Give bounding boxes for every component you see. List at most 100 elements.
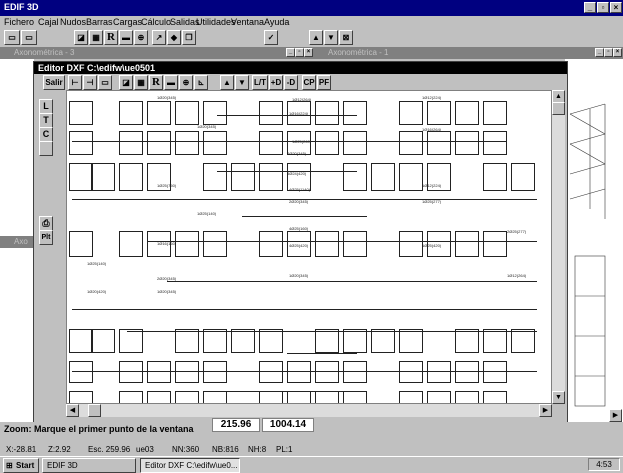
side-plt-button[interactable]: Plt xyxy=(39,230,53,245)
drawing-box xyxy=(511,329,535,353)
tool-copy-icon[interactable]: ❐ xyxy=(182,30,196,45)
subwindow-lower-left-title[interactable]: Axo xyxy=(0,236,34,248)
side-c-button[interactable]: C xyxy=(39,127,53,142)
drawing-box xyxy=(175,391,199,403)
drawing-box xyxy=(69,131,93,155)
dxf-tool-target-icon[interactable]: ⊕ xyxy=(179,75,193,90)
drawing-box xyxy=(455,361,479,383)
dxf-tool-grid-icon[interactable]: ▦ xyxy=(134,75,148,90)
subwindow-left-canvas[interactable] xyxy=(0,59,34,236)
tool-ruler-icon[interactable]: ▬ xyxy=(119,30,133,45)
drawing-box xyxy=(259,101,283,125)
salir-button[interactable]: Salir xyxy=(43,75,65,90)
up-arrow-icon[interactable]: ▲ xyxy=(309,30,323,45)
drawing-box xyxy=(69,361,93,383)
scroll-left-button[interactable]: ◀ xyxy=(66,404,79,417)
menu-calculo[interactable]: Cálculo xyxy=(141,17,171,27)
reinforcement-bar-line xyxy=(217,391,367,392)
minimize-button[interactable]: _ xyxy=(584,2,596,13)
bar-label: 2Ø20(345) xyxy=(287,151,307,156)
subwindow-lower-left-canvas[interactable] xyxy=(0,248,34,422)
menu-fichero[interactable]: Fichero xyxy=(4,17,34,27)
scroll-thumb-horizontal[interactable] xyxy=(88,404,101,417)
side-blank-button[interactable] xyxy=(39,141,53,156)
app-title: EDIF 3D xyxy=(4,2,39,12)
menu-ayuda[interactable]: Ayuda xyxy=(264,17,289,27)
scroll-thumb-vertical[interactable] xyxy=(552,102,565,115)
subwindow-left-minimize[interactable]: _ xyxy=(286,48,295,57)
dxf-horizontal-scrollbar[interactable]: ◀ ▶ xyxy=(66,404,552,417)
dxf-tool-measure-icon[interactable]: ⊾ xyxy=(194,75,208,90)
scroll-down-button[interactable]: ▼ xyxy=(552,391,565,404)
side-t-button[interactable]: T xyxy=(39,113,53,128)
dxf-tool-r-button[interactable]: R xyxy=(149,75,163,90)
close-button[interactable]: × xyxy=(610,2,622,13)
dxf-tool-ruler-icon[interactable]: ▬ xyxy=(164,75,178,90)
drawing-box xyxy=(315,361,339,383)
subwindow-left-close[interactable]: × xyxy=(304,48,313,57)
tool-arrow-icon[interactable]: ↗ xyxy=(152,30,166,45)
dxf-tool-frame-icon[interactable]: ▭ xyxy=(98,75,112,90)
drawing-box xyxy=(287,391,311,403)
reinforcement-bar-line xyxy=(127,331,537,332)
drawing-box xyxy=(259,361,283,383)
grid-x-icon[interactable]: ⊠ xyxy=(339,30,353,45)
subwindow-right-close[interactable]: × xyxy=(613,48,622,57)
tool-render-icon[interactable]: ◆ xyxy=(167,30,181,45)
drawing-box xyxy=(427,131,451,155)
lower-right-scroll-right[interactable]: ▶ xyxy=(609,409,622,422)
minus-d-button[interactable]: -D xyxy=(284,75,298,90)
cp-button[interactable]: CP xyxy=(302,75,316,90)
tool-grid-icon[interactable]: ▦ xyxy=(89,30,103,45)
tool-target-icon[interactable]: ⊕ xyxy=(134,30,148,45)
drawing-box xyxy=(343,101,367,125)
taskbar-edif3d-button[interactable]: EDIF 3D xyxy=(42,458,136,473)
subwindow-lower-right-canvas[interactable]: ▶ xyxy=(565,236,623,422)
reinforcement-bar-line xyxy=(72,141,507,142)
pf-button[interactable]: PF xyxy=(317,75,331,90)
scroll-right-button[interactable]: ▶ xyxy=(539,404,552,417)
tool-r-icon[interactable]: R xyxy=(104,30,118,45)
drawing-box xyxy=(259,391,283,403)
status-bar: X:-28.81 Z:2.92 Esc. 259.96 ue03 NN:360 … xyxy=(0,442,623,456)
subwindow-right-maximize[interactable]: ▫ xyxy=(604,48,613,57)
subwindow-left-maximize[interactable]: ▫ xyxy=(295,48,304,57)
start-button[interactable]: ⊞ Start xyxy=(3,458,39,473)
subwindow-right-minimize[interactable]: _ xyxy=(595,48,604,57)
dxf-tool-beam-icon[interactable]: ⊢ xyxy=(68,75,82,90)
menu-utilidades[interactable]: Utilidades xyxy=(196,17,236,27)
tool-diagonal-icon[interactable]: ◪ xyxy=(74,30,88,45)
menu-barras[interactable]: Barras xyxy=(86,17,113,27)
check-icon[interactable]: ✓ xyxy=(264,30,278,45)
drawing-box xyxy=(315,101,339,125)
status-nb: NB:816 xyxy=(212,445,239,454)
drawing-box xyxy=(119,163,143,191)
lt-button[interactable]: L/T xyxy=(252,75,268,90)
drawing-box xyxy=(203,361,227,383)
dxf-up-arrow-icon[interactable]: ▲ xyxy=(220,75,234,90)
subwindow-right-title[interactable]: Axonométrica - 1 _ ▫ × xyxy=(314,47,623,59)
bar-label: 1Ø25(420) xyxy=(422,243,442,248)
menu-cargas[interactable]: Cargas xyxy=(113,17,142,27)
dxf-tool-diag-icon[interactable]: ◪ xyxy=(119,75,133,90)
menu-cajal[interactable]: Cajal xyxy=(38,17,59,27)
dxf-drawing-canvas[interactable]: 1Ø20(345) 1Ø12(264) 1Ø12(224) 1Ø16(224) 1Ø20… xyxy=(66,90,552,404)
subwindow-right-canvas[interactable] xyxy=(565,59,623,236)
dxf-down-arrow-icon[interactable]: ▼ xyxy=(235,75,249,90)
menu-nudos[interactable]: Nudos xyxy=(60,17,86,27)
dxf-vertical-scrollbar[interactable]: ▲ ▼ xyxy=(552,90,565,404)
bar-label: 1Ø20(345) xyxy=(157,95,177,100)
printer-icon[interactable]: ⎙ xyxy=(39,216,53,231)
down-arrow-icon[interactable]: ▼ xyxy=(324,30,338,45)
plus-d-button[interactable]: +D xyxy=(269,75,283,90)
menu-ventana[interactable]: Ventana xyxy=(231,17,264,27)
side-l-button[interactable]: L xyxy=(39,99,53,114)
dxf-tool-beam2-icon[interactable]: ⊣ xyxy=(83,75,97,90)
maximize-button[interactable]: ▫ xyxy=(597,2,609,13)
subwindow-left-title[interactable]: Axonométrica - 3 _ ▫ × xyxy=(0,47,314,59)
drawing-box xyxy=(119,329,143,353)
tool-frame-icon[interactable]: ▭ xyxy=(4,30,20,45)
tool-frame2-icon[interactable]: ▭ xyxy=(21,30,37,45)
drawing-box xyxy=(119,231,143,257)
taskbar-dxf-editor-button[interactable]: Editor DXF C:\edifw\ue0... xyxy=(140,458,240,473)
